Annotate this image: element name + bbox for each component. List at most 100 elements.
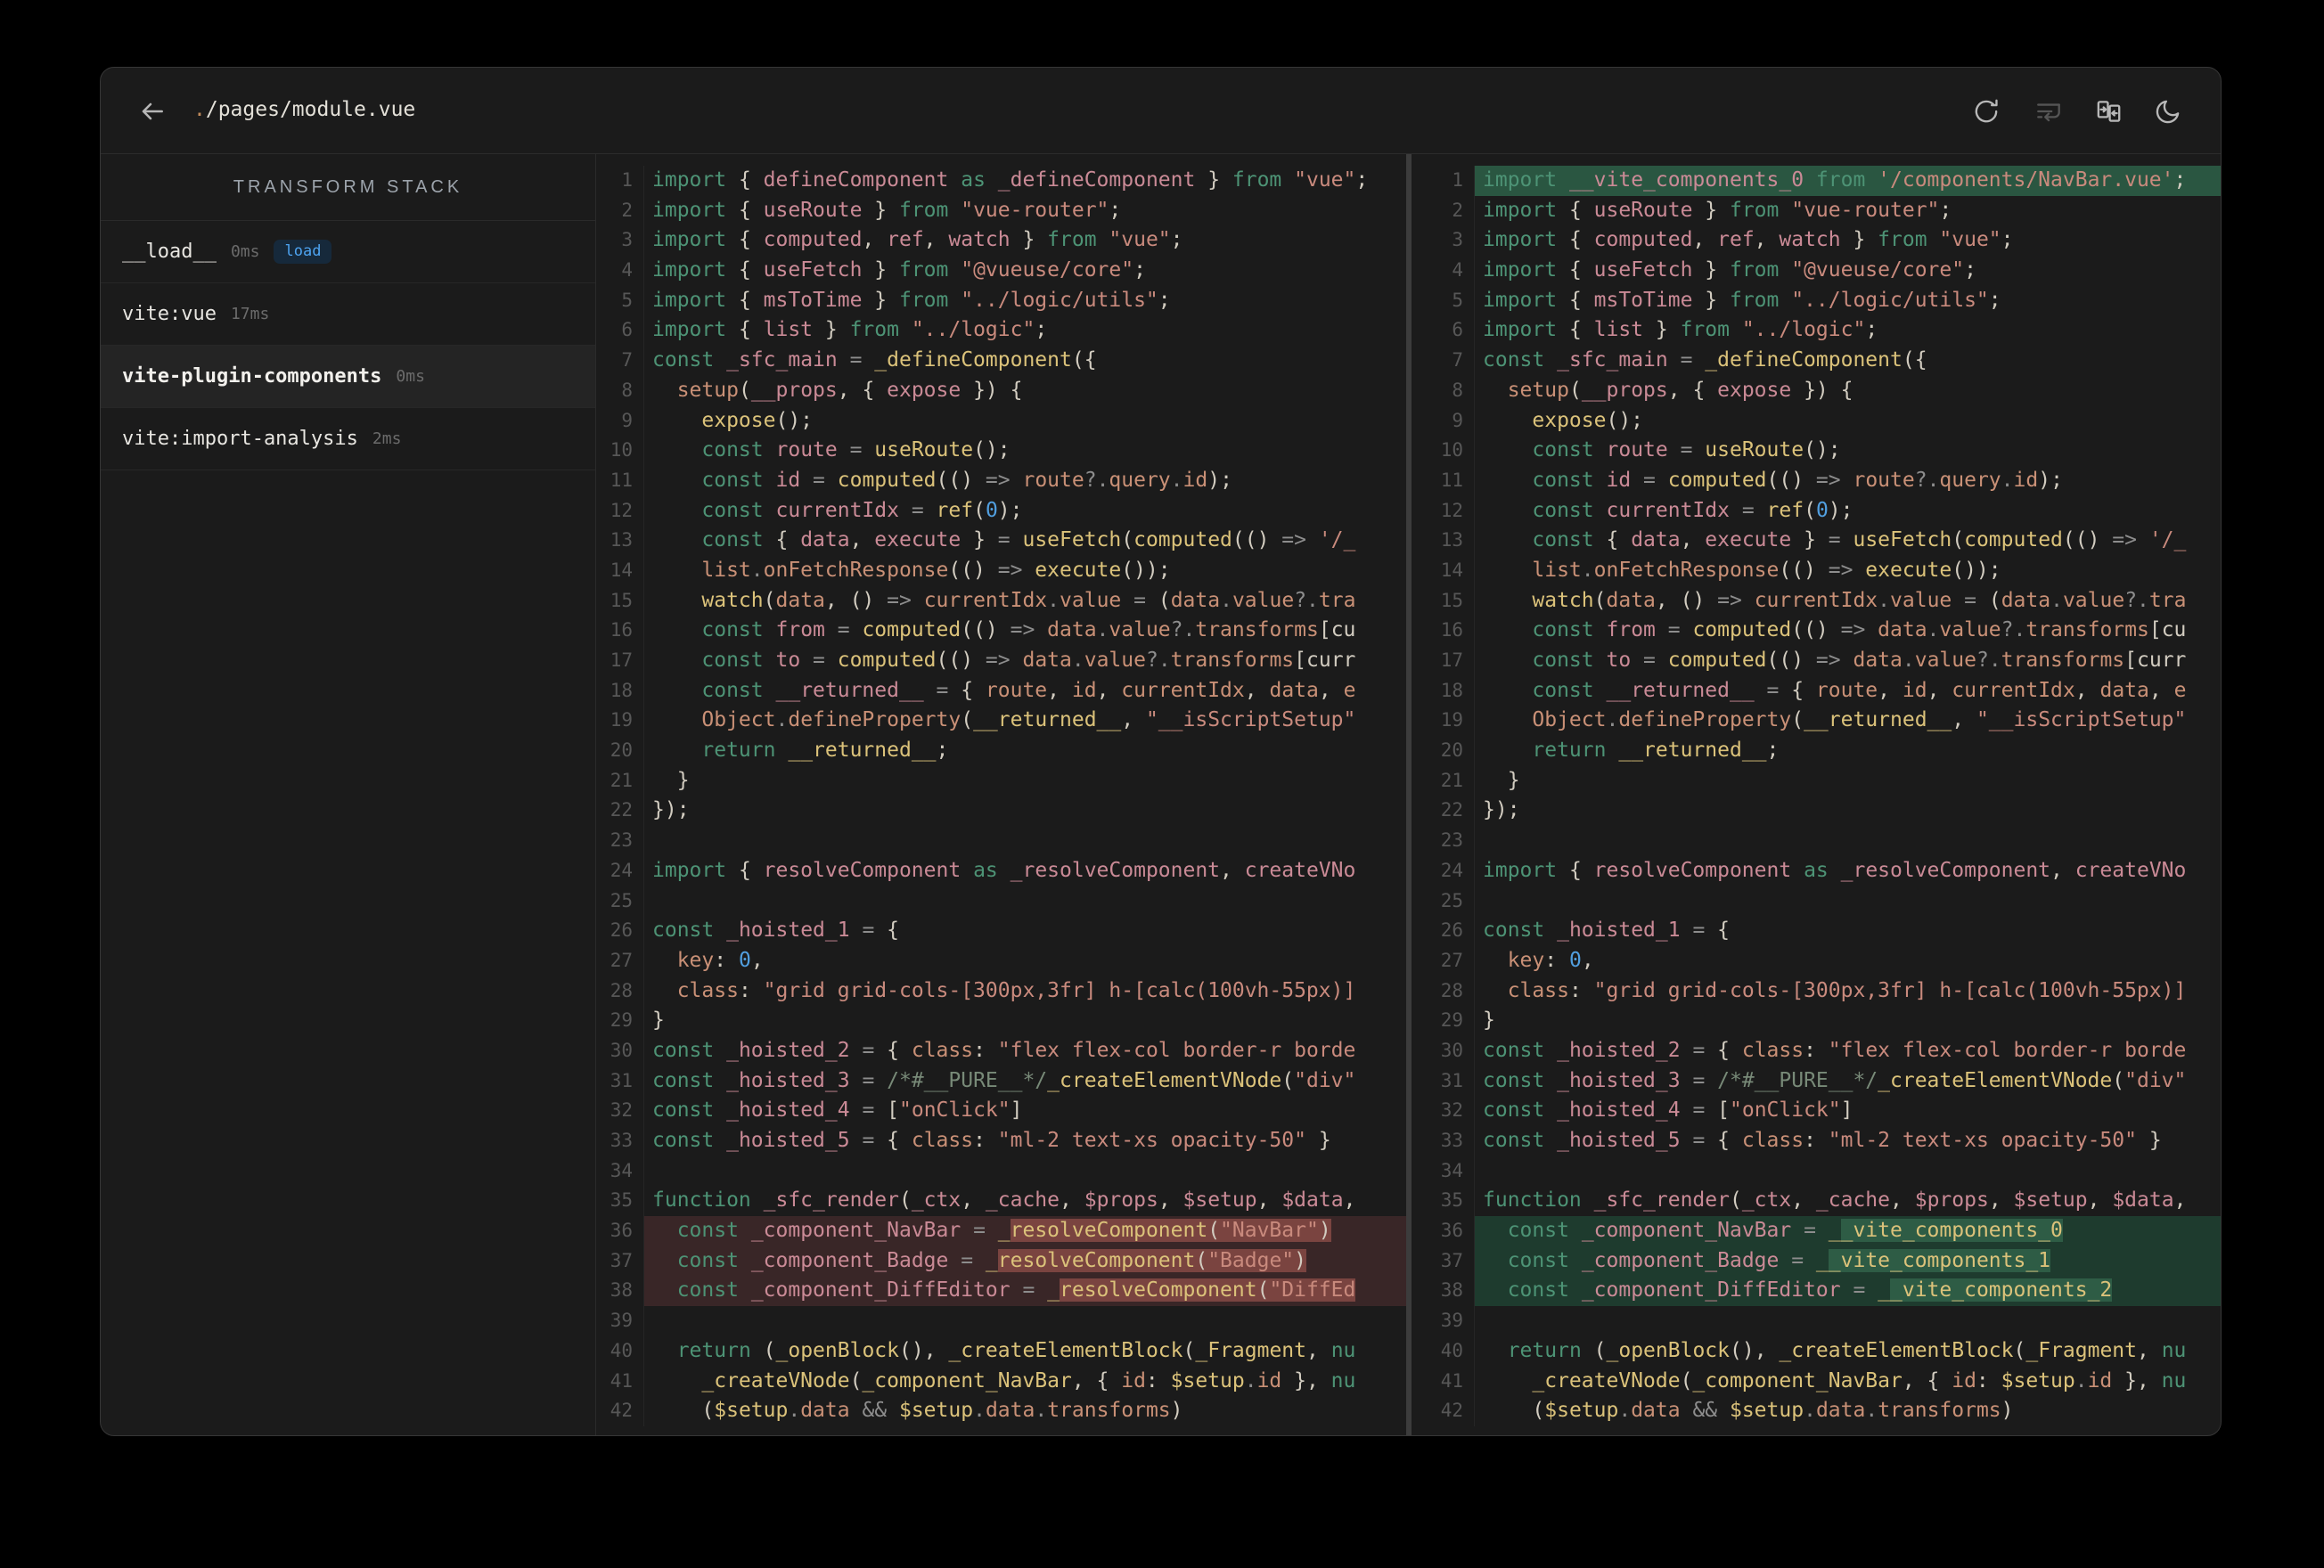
code-line: 10 const route = useRoute();	[596, 436, 1406, 466]
code-line: 4 import { useFetch } from "@vueuse/core"…	[596, 256, 1406, 286]
plugin-name: __load__	[122, 241, 217, 263]
code-text: const _hoisted_4 = ["onClick"]	[1483, 1098, 1853, 1123]
code-text: import { useFetch } from "@vueuse/core";	[652, 258, 1146, 282]
plugin-time: 0ms	[396, 367, 425, 386]
line-number: 8	[1427, 375, 1475, 406]
plugin-time: 0ms	[230, 242, 260, 261]
line-number: 13	[1427, 526, 1475, 556]
diff-left-pane[interactable]: 1 import { defineComponent as _defineComp…	[596, 154, 1412, 1435]
sidebar-item-load[interactable]: __load__ 0ms load	[101, 221, 595, 283]
line-number: 17	[596, 646, 644, 676]
line-number: 32	[1427, 1096, 1475, 1126]
code-text: class: "grid grid-cols-[300px,3fr] h-[ca…	[676, 978, 1356, 1002]
code-line: 7 const _sfc_main = _defineComponent({	[1427, 346, 2221, 376]
code-line: 1 import { defineComponent as _defineComp…	[596, 166, 1406, 196]
line-number: 24	[596, 855, 644, 886]
line-number: 30	[1427, 1035, 1475, 1066]
line-wrap-icon	[2037, 103, 2060, 122]
plugin-time: 17ms	[230, 305, 270, 323]
code-text: const id = computed(() => route?.query.i…	[701, 468, 1232, 492]
code-line: 8 setup(__props, { expose }) {	[596, 375, 1406, 406]
code-text: key: 0,	[1507, 948, 1594, 972]
code-text: const _hoisted_5 = { class: "ml-2 text-x…	[652, 1129, 1331, 1152]
line-number: 29	[1427, 1006, 1475, 1036]
line-number: 1	[1427, 166, 1475, 196]
code-line: 40 return (_openBlock(), _createElementB…	[1427, 1335, 2221, 1367]
code-text: import { list } from "../logic";	[652, 318, 1048, 342]
line-number: 37	[596, 1245, 644, 1277]
code-line: 38 const _component_DiffEditor = __vite_…	[1427, 1276, 2221, 1307]
code-line: 28 class: "grid grid-cols-[300px,3fr] h-…	[1427, 976, 2221, 1007]
code-text: }	[676, 768, 690, 792]
line-number: 24	[1427, 855, 1475, 886]
code-text: const _component_DiffEditor = __vite_com…	[1475, 1276, 2221, 1307]
code-line: 36 const _component_NavBar = _resolveCom…	[596, 1216, 1406, 1246]
line-number: 6	[1427, 315, 1475, 347]
line-number: 27	[1427, 945, 1475, 976]
line-number: 31	[1427, 1066, 1475, 1097]
code-line: 39	[596, 1306, 1406, 1336]
back-arrow-icon	[142, 102, 163, 120]
moon-icon	[2156, 100, 2180, 124]
code-text: }	[1483, 1009, 1495, 1033]
line-number: 20	[596, 736, 644, 766]
code-line: 23	[596, 826, 1406, 856]
refresh-button[interactable]	[1969, 94, 2003, 128]
line-number: 11	[1427, 465, 1475, 496]
line-number: 10	[1427, 436, 1475, 466]
code-line: 31 const _hoisted_3 = /*#__PURE__*/_creat…	[1427, 1066, 2221, 1097]
code-text: import { useFetch } from "@vueuse/core";	[1483, 258, 1976, 282]
line-number: 23	[1427, 826, 1475, 856]
code-text: const _hoisted_4 = ["onClick"]	[652, 1098, 1023, 1123]
line-number: 38	[1427, 1276, 1475, 1307]
code-line: 29}	[1427, 1006, 2221, 1036]
line-number: 31	[596, 1066, 644, 1097]
sidebar-item-vite-import-analysis[interactable]: vite:import-analysis 2ms	[101, 408, 595, 470]
line-number: 16	[596, 616, 644, 646]
line-number: 29	[596, 1006, 644, 1036]
line-number: 30	[596, 1035, 644, 1066]
line-number: 22	[1427, 796, 1475, 827]
code-text: import { computed, ref, watch } from "vu…	[652, 228, 1183, 252]
back-button[interactable]	[136, 96, 167, 127]
code-text: const _hoisted_2 = { class: "flex flex-c…	[652, 1038, 1356, 1062]
code-line: 11 const id = computed(() => route?.quer…	[1427, 465, 2221, 496]
theme-toggle-button[interactable]	[2151, 94, 2185, 128]
code-line: 41 _createVNode(_component_NavBar, { id:…	[596, 1366, 1406, 1397]
code-text: const from = computed(() => data.value?.…	[701, 618, 1356, 642]
code-line: 13 const { data, execute } = useFetch(co…	[1427, 526, 2221, 556]
line-wrap-button[interactable]	[2032, 94, 2066, 128]
code-text: import { useRoute } from "vue-router";	[1483, 198, 1952, 222]
code-text: watch(data, () => currentIdx.value = (da…	[1532, 588, 2187, 612]
line-number: 13	[596, 526, 644, 556]
line-number: 2	[1427, 195, 1475, 226]
line-number: 14	[1427, 555, 1475, 586]
code-line: 9 expose();	[1427, 405, 2221, 437]
line-number: 33	[596, 1126, 644, 1156]
code-text: _createVNode(_component_NavBar, { id: $s…	[1532, 1368, 2187, 1392]
code-text: watch(data, () => currentIdx.value = (da…	[701, 588, 1356, 612]
code-text: const _hoisted_3 = /*#__PURE__*/_createE…	[1483, 1068, 2187, 1092]
line-number: 14	[596, 555, 644, 586]
line-number: 16	[1427, 616, 1475, 646]
code-text: return __returned__;	[701, 739, 949, 763]
side-by-side-button[interactable]	[2091, 94, 2125, 128]
line-number: 23	[596, 826, 644, 856]
code-line: 16 const from = computed(() => data.valu…	[1427, 616, 2221, 646]
code-line: 8 setup(__props, { expose }) {	[1427, 375, 2221, 406]
code-text: _createVNode(_component_NavBar, { id: $s…	[701, 1368, 1356, 1392]
line-number: 41	[1427, 1366, 1475, 1397]
code-text: const _component_DiffEditor = _resolveCo…	[644, 1276, 1406, 1307]
line-number: 6	[596, 315, 644, 347]
sidebar-item-vite-vue[interactable]: vite:vue 17ms	[101, 283, 595, 346]
code-line: 19 Object.defineProperty(__returned__, "…	[1427, 706, 2221, 737]
code-line: 17 const to = computed(() => data.value?…	[1427, 646, 2221, 676]
diff-right-pane[interactable]: 1 import __vite_components_0 from '/compo…	[1427, 154, 2221, 1435]
code-line: 31 const _hoisted_3 = /*#__PURE__*/_creat…	[596, 1066, 1406, 1097]
line-number: 22	[596, 796, 644, 827]
line-number: 35	[1427, 1186, 1475, 1217]
code-line: 40 return (_openBlock(), _createElementB…	[596, 1335, 1406, 1367]
sidebar-item-vite-plugin-components[interactable]: vite-plugin-components 0ms	[101, 346, 595, 408]
